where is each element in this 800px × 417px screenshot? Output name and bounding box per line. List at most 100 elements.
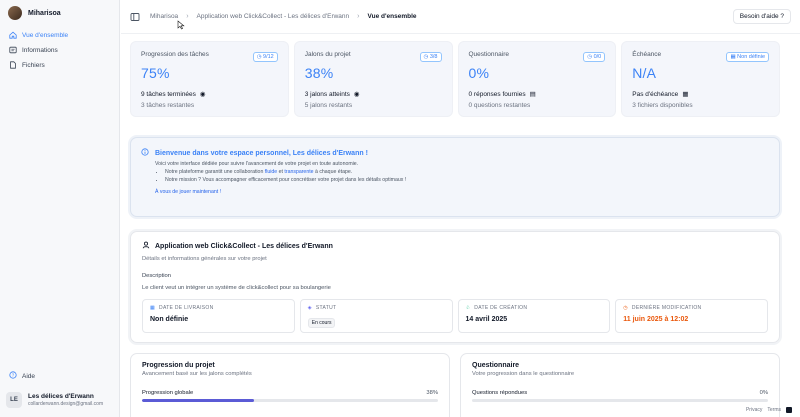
document-icon: ▤: [529, 91, 536, 98]
field-label: ♧ DATE DE CRÉATION: [466, 305, 603, 311]
content-area: Progression des tâches ◷ 9/12 75% 9 tâch…: [121, 35, 800, 417]
description-text: Le client veut un intégrer un système de…: [142, 285, 331, 291]
mouse-cursor-icon: [177, 20, 185, 30]
help-button[interactable]: Besoin d'aide ?: [732, 9, 791, 24]
stat-card-milestones: Jalons du projet ◷ 3/8 38% 3 jalons atte…: [293, 41, 453, 117]
questionnaire-bar: [472, 399, 768, 402]
stat-value: N/A: [632, 65, 657, 81]
stat-card-questionnaire: Questionnaire ◷ 0/0 0% 0 réponses fourni…: [457, 41, 617, 117]
bullet-text: Notre plateforme garantit une collaborat…: [165, 169, 265, 175]
questionnaire-title: Questionnaire: [472, 362, 520, 369]
sidebar-item-label: Fichiers: [22, 61, 45, 69]
list-item: Notre mission ? Vous accompagner efficac…: [165, 177, 769, 183]
user-profile[interactable]: LE Les délices d'Erwann collarderwann.de…: [6, 392, 103, 408]
project-fields: ▦ DATE DE LIVRAISON Non définie ◈ STATUT E…: [142, 299, 768, 333]
welcome-list: Notre plateforme garantit une collaborat…: [155, 169, 769, 183]
privacy-link[interactable]: Privacy: [746, 407, 762, 413]
welcome-title-text: Bienvenue dans votre espace personnel, L…: [155, 149, 368, 157]
questionnaire-row: Questions répondues 0%: [472, 390, 768, 396]
stat-badge-text: 0/0: [593, 54, 602, 60]
field-label-text: STATUT: [315, 305, 337, 311]
welcome-title: Bienvenue dans votre espace personnel, L…: [141, 148, 769, 158]
stat-badge: ◷ 9/12: [252, 52, 278, 62]
questionnaire-percent: 0%: [759, 390, 768, 396]
sidebar-item-label: Informations: [22, 46, 58, 54]
workspace-switcher[interactable]: Miharisoa: [0, 0, 119, 26]
file-icon: [9, 61, 17, 69]
progress-bar: [142, 399, 438, 402]
app-badge-icon[interactable]: [786, 407, 792, 413]
calendar-icon: ▦: [682, 91, 689, 98]
field-label-text: DATE DE LIVRAISON: [159, 305, 214, 311]
field-creation-date: ♧ DATE DE CRÉATION 14 avril 2025: [457, 299, 611, 333]
sidebar-help[interactable]: ? Aide: [5, 371, 39, 381]
project-card: Application web Click&Collect - Les déli…: [130, 231, 780, 343]
help-circle-icon: ?: [9, 371, 17, 381]
sidebar-toggle-icon[interactable]: [130, 12, 140, 22]
stat-badge: ◷ 3/8: [419, 52, 442, 62]
stat-badge: ◷ 0/0: [583, 52, 606, 62]
field-last-modified: ◷ DERNIÈRE MODIFICATION 11 juin 2025 à 12…: [615, 299, 768, 333]
sidebar-item-informations[interactable]: Informations: [5, 43, 114, 57]
stat-line1: 0 réponses fournies ▤: [468, 90, 606, 99]
list-item: Notre plateforme garantit une collaborat…: [165, 169, 769, 175]
highlight-text: fluide: [264, 169, 278, 175]
stat-badge-text: Non définie: [737, 54, 765, 60]
stat-line1-text: 3 jalons atteints: [304, 90, 350, 98]
stat-line1-text: 9 tâches terminées: [141, 90, 196, 98]
progress-percent: 38%: [426, 390, 438, 396]
breadcrumb-project[interactable]: Application web Click&Collect - Les déli…: [197, 13, 350, 20]
highlight-text: transparente: [284, 169, 314, 175]
stat-line1-text: Pas d'échéance: [632, 90, 679, 98]
stat-line2: 0 questions restantes: [468, 102, 531, 109]
home-icon: [9, 31, 17, 39]
avatar: LE: [6, 392, 22, 408]
info-circle-icon: [141, 148, 149, 158]
stat-line2: 3 fichiers disponibles: [632, 102, 693, 109]
breadcrumb-current: Vue d'ensemble: [367, 13, 417, 20]
progress-card: Progression du projet Avancement basé su…: [130, 353, 450, 417]
field-status: ◈ STATUT En cours: [299, 299, 453, 333]
terms-link[interactable]: Terms: [767, 407, 781, 413]
stat-line1-text: 0 réponses fournies: [468, 90, 526, 98]
welcome-subtitle: Voici votre interface dédiée pour suivre…: [155, 161, 359, 167]
stat-line1: 9 tâches terminées ◉: [141, 90, 278, 99]
questionnaire-subtitle: Votre progression dans le questionnaire: [472, 371, 575, 377]
welcome-link[interactable]: À vous de jouer maintenant !: [155, 189, 769, 195]
field-delivery-date: ▦ DATE DE LIVRAISON Non définie: [142, 299, 295, 333]
check-circle-icon: ◉: [353, 91, 360, 98]
sidebar-item-files[interactable]: Fichiers: [5, 58, 114, 72]
progress-title: Progression du projet: [142, 362, 215, 369]
check-circle-icon: ◉: [199, 91, 206, 98]
field-label: ◈ STATUT: [308, 305, 445, 311]
info-box-icon: [9, 46, 17, 54]
sidebar-item-label: Vue d'ensemble: [22, 31, 69, 39]
breadcrumb: Miharisoa › Application web Click&Collec…: [150, 13, 417, 20]
breadcrumb-workspace[interactable]: Miharisoa: [150, 13, 178, 20]
help-label: Aide: [22, 372, 36, 380]
user-email: collarderwann.design@gmail.com: [28, 401, 104, 407]
user-icon: [142, 241, 150, 251]
sidebar-nav: Vue d'ensemble Informations Fichiers: [0, 28, 119, 72]
field-label-text: DATE DE CRÉATION: [474, 305, 528, 311]
progress-label: Progression globale: [142, 390, 194, 396]
questionnaire-label: Questions répondues: [472, 390, 528, 396]
workspace-name: Miharisoa: [28, 9, 61, 17]
project-subtitle: Détails et informations générales sur vo…: [142, 256, 267, 262]
sidebar: Miharisoa Vue d'ensemble Informations Fi…: [0, 0, 120, 417]
sidebar-item-overview[interactable]: Vue d'ensemble: [5, 28, 114, 42]
status-badge: En cours: [307, 318, 336, 328]
main-panel: Miharisoa › Application web Click&Collec…: [121, 0, 800, 417]
progress-subtitle: Avancement basé sur les jalons complétés: [142, 371, 252, 377]
bottom-row: Progression du projet Avancement basé su…: [130, 353, 780, 417]
progress-row: Progression globale 38%: [142, 390, 438, 396]
field-value: 14 avril 2025: [465, 316, 508, 323]
calendar-icon: ▦: [150, 305, 156, 311]
stat-value: 0%: [468, 65, 490, 81]
stat-line1: Pas d'échéance ▦: [632, 90, 769, 99]
workspace-avatar: [8, 6, 22, 20]
progress-bar-fill: [142, 399, 255, 402]
stat-badge-text: 3/8: [429, 54, 438, 60]
project-title: Application web Click&Collect - Les déli…: [142, 241, 768, 251]
sprout-icon: ♧: [465, 305, 471, 311]
